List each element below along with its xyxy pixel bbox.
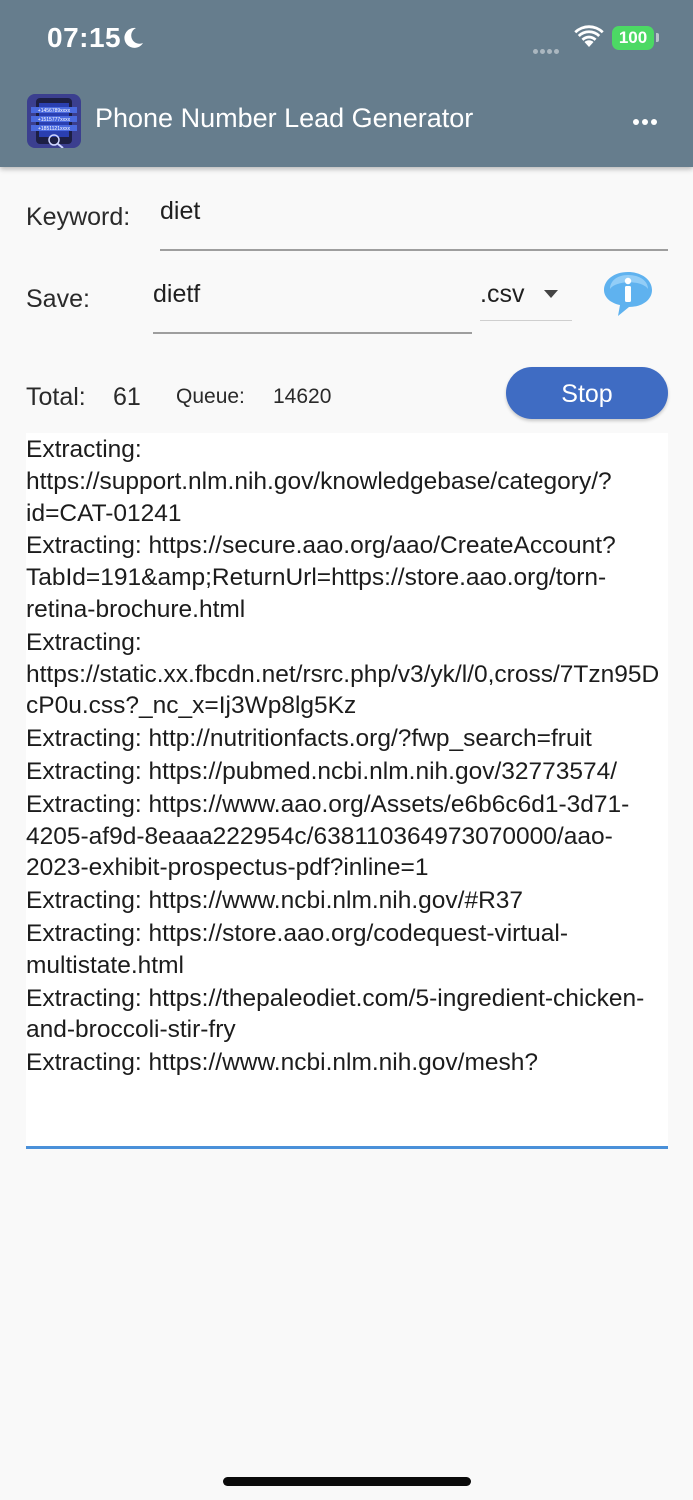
logo-line-2: +1515777xxxx: [38, 117, 71, 123]
app-title: Phone Number Lead Generator: [95, 103, 474, 133]
total-value: 61: [113, 383, 141, 411]
keyword-input[interactable]: diet: [160, 195, 668, 251]
more-horizontal-icon[interactable]: [633, 108, 673, 136]
logo-line-3: +1851121xxxx: [38, 126, 71, 132]
log-entry: Extracting: https://static.xx.fbcdn.net/…: [26, 628, 660, 720]
status-bar: 07:15 100: [0, 0, 693, 76]
log-entry: Extracting: https://pubmed.ncbi.nlm.nih.…: [26, 757, 618, 785]
home-indicator[interactable]: [223, 1477, 471, 1486]
save-filename-value: dietf: [153, 280, 201, 308]
status-time: 07:15: [47, 22, 122, 53]
total-label: Total:: [26, 383, 86, 411]
log-entry: Extracting: https://store.aao.org/codequ…: [26, 919, 568, 979]
logo-line-1: +1456789xxxx: [38, 108, 71, 114]
app-bar: 07:15 100 +1456789xxxx +1515777xxxx +185…: [0, 0, 693, 167]
file-extension-value: .csv: [480, 280, 525, 308]
log-entry: Extracting: https://support.nlm.nih.gov/…: [26, 436, 612, 527]
queue-label: Queue:: [176, 385, 245, 408]
cellular-signal-icon: [533, 41, 561, 59]
file-extension-dropdown[interactable]: .csv: [480, 276, 572, 321]
save-filename-input[interactable]: dietf: [153, 278, 472, 334]
chevron-down-icon: [544, 290, 558, 298]
battery-icon: 100: [612, 26, 654, 50]
keyword-label: Keyword:: [26, 203, 131, 231]
log-entry: Extracting: https://www.ncbi.nlm.nih.gov…: [26, 1049, 538, 1077]
wifi-icon: [574, 25, 604, 47]
moon-icon: [124, 27, 143, 48]
stop-button[interactable]: Stop: [506, 367, 668, 419]
keyword-value: diet: [160, 197, 201, 225]
save-label: Save:: [26, 285, 90, 313]
battery-cap: [656, 33, 659, 42]
log-entry: Extracting: https://www.ncbi.nlm.nih.gov…: [26, 887, 524, 915]
app-logo: +1456789xxxx +1515777xxxx +1851121xxxx: [27, 94, 81, 148]
queue-value: 14620: [273, 385, 332, 408]
info-bubble-icon[interactable]: [602, 270, 654, 318]
log-entry: Extracting: https://www.aao.org/Assets/e…: [26, 790, 630, 882]
log-entry: Extracting: http://nutritionfacts.org/?f…: [26, 725, 592, 753]
log-entry: Extracting: https://thepaleodiet.com/5-i…: [26, 984, 645, 1044]
log-entry: Extracting: https://secure.aao.org/aao/C…: [26, 532, 616, 623]
extraction-log[interactable]: Extracting: https://support.nlm.nih.gov/…: [26, 433, 668, 1149]
